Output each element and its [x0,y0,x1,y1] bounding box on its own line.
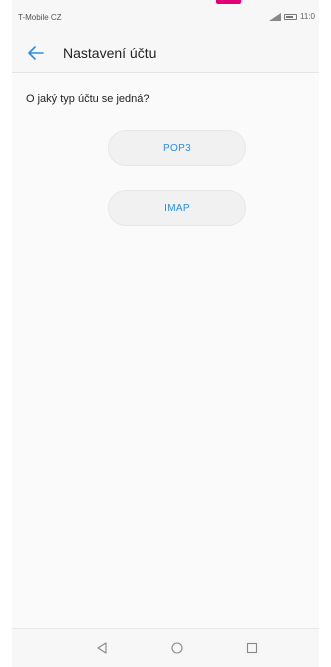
brand-accent-marker [216,0,241,4]
account-type-question: O jaký typ účtu se jedná? [26,93,150,105]
imap-button[interactable]: IMAP [108,190,246,226]
signal-icon [269,12,282,21]
status-icons: 11:0 [269,12,315,21]
nav-back-button[interactable] [92,638,112,658]
nav-recents-button[interactable] [242,638,262,658]
page-title: Nastavení účtu [63,45,157,61]
clock: 11:0 [300,12,315,21]
navigation-bar [12,628,319,667]
battery-icon [284,13,298,20]
app-bar: Nastavení účtu [12,34,319,73]
phone-screen: T-Mobile CZ 11:0 Nastavení účtu O jaký t… [12,0,319,667]
carrier-label: T-Mobile CZ [18,13,62,22]
status-bar: T-Mobile CZ 11:0 [12,0,319,34]
home-circle-icon [171,642,183,654]
arrow-left-icon [28,46,44,60]
recents-square-icon [246,642,258,654]
nav-home-button[interactable] [167,638,187,658]
pop3-button[interactable]: POP3 [108,130,246,166]
back-button[interactable] [26,43,46,63]
back-triangle-icon [97,642,107,654]
